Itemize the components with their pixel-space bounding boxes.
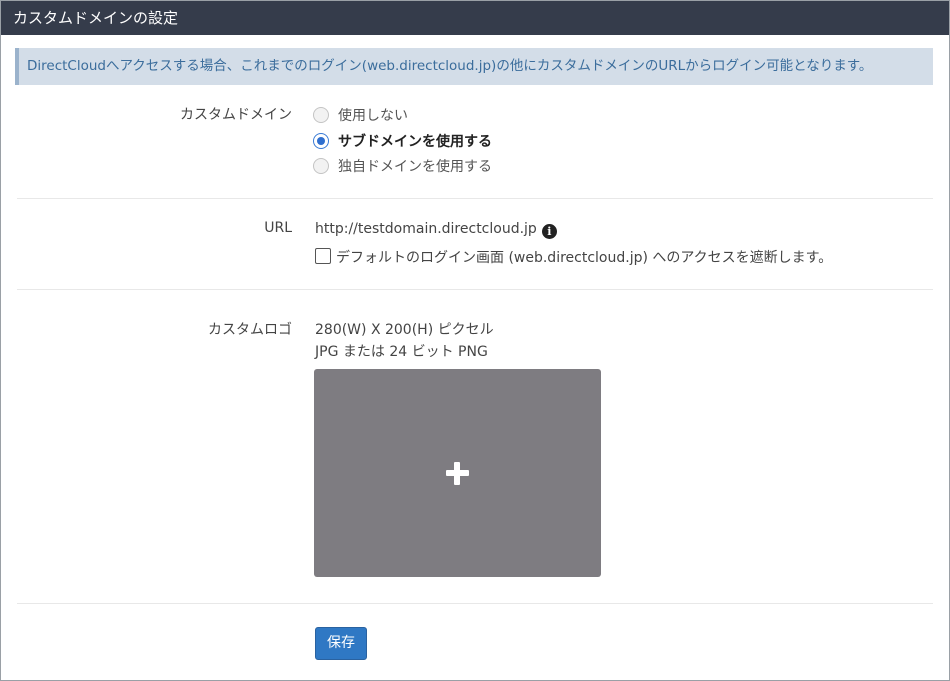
section-divider [17,603,933,604]
radio-option-own-domain[interactable]: 独自ドメインを使用する [313,156,492,176]
radio-button-own-domain[interactable] [313,158,329,174]
radio-label-own-domain[interactable]: 独自ドメインを使用する [338,156,492,176]
custom-logo-label: カスタムロゴ [208,322,292,338]
url-value-row: http://testdomain.directcloud.jp i [315,221,557,239]
custom-domain-label: カスタムドメイン [180,107,292,123]
save-button[interactable]: 保存 [315,627,367,660]
custom-domain-settings-panel: カスタムドメインの設定 DirectCloudへアクセスする場合、これまでのログ… [0,0,950,681]
radio-button-subdomain[interactable] [313,133,329,149]
section-divider [17,289,933,290]
radio-label-none[interactable]: 使用しない [338,105,408,125]
section-divider [17,198,933,199]
url-value: http://testdomain.directcloud.jp [315,221,537,237]
radio-button-none[interactable] [313,107,329,123]
logo-size-hint: 280(W) X 200(H) ピクセル [315,322,494,338]
block-default-login-label[interactable]: デフォルトのログイン画面 (web.directcloud.jp) へのアクセス… [336,247,832,267]
info-icon[interactable]: i [541,224,557,239]
page-title: カスタムドメインの設定 [13,9,179,27]
radio-option-none[interactable]: 使用しない [313,105,408,125]
logo-upload-area[interactable] [314,369,601,577]
notice-text: DirectCloudへアクセスする場合、これまでのログイン(web.direc… [27,58,873,74]
radio-option-subdomain[interactable]: サブドメインを使用する [313,131,492,151]
panel-header: カスタムドメインの設定 [1,1,949,35]
url-label: URL [264,220,292,236]
info-notice: DirectCloudへアクセスする場合、これまでのログイン(web.direc… [15,48,933,85]
block-default-login-checkbox[interactable] [315,248,331,264]
logo-format-hint: JPG または 24 ビット PNG [315,344,488,360]
radio-label-subdomain[interactable]: サブドメインを使用する [338,131,492,151]
